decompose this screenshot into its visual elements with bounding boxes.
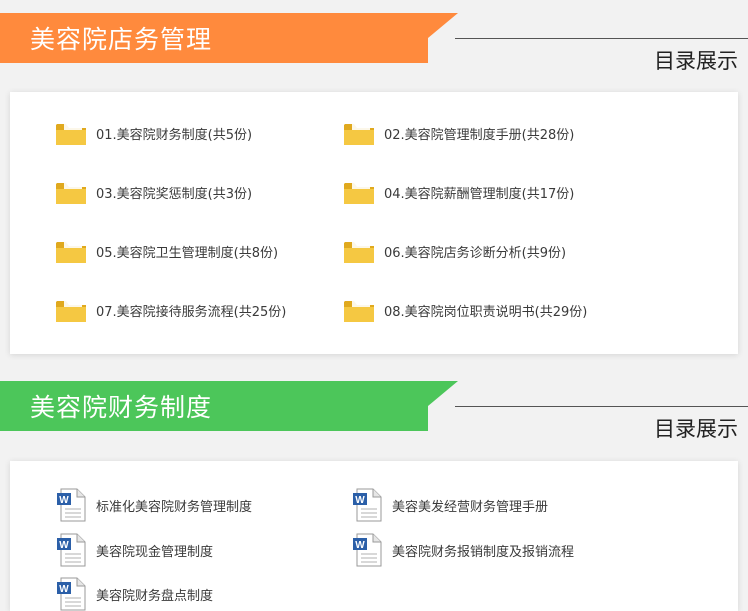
catalog-panel-store-management: 01.美容院财务制度(共5份) 02.美容院管理制度手册(共28份) 03.美容… (10, 92, 738, 354)
list-item[interactable]: W 美容院财务报销制度及报销流程 (352, 533, 575, 567)
folder-icon (56, 122, 86, 145)
item-label: 06.美容院店务诊断分析(共9份) (384, 245, 567, 261)
list-item[interactable]: 01.美容院财务制度(共5份) (54, 118, 252, 148)
item-label: 02.美容院管理制度手册(共28份) (384, 127, 575, 143)
svg-text:W: W (59, 584, 69, 595)
item-label: 美容院财务盘点制度 (96, 588, 214, 604)
list-item[interactable]: W 标准化美容院财务管理制度 (56, 488, 253, 522)
list-item[interactable]: 05.美容院卫生管理制度(共8份) (54, 236, 278, 266)
banner-tail-decoration (428, 381, 458, 431)
item-label: 美容院财务报销制度及报销流程 (392, 544, 575, 560)
header-rule (455, 406, 748, 407)
catalog-label: 目录展示 (654, 417, 738, 441)
list-item[interactable]: 08.美容院岗位职责说明书(共29份) (342, 295, 587, 325)
folder-icon (344, 240, 374, 263)
folder-icon (56, 181, 86, 204)
catalog-panel-finance-policy: W 标准化美容院财务管理制度 W 美容美发经营财务管理手册 W 美容院现金管理制… (10, 461, 738, 611)
list-item[interactable]: 03.美容院奖惩制度(共3份) (54, 177, 252, 207)
svg-text:W: W (355, 495, 365, 506)
item-label: 04.美容院薪酬管理制度(共17份) (384, 186, 575, 202)
word-document-icon: W (57, 533, 86, 567)
item-label: 美容院现金管理制度 (96, 544, 214, 560)
list-item[interactable]: 07.美容院接待服务流程(共25份) (54, 295, 286, 325)
list-item[interactable]: W 美容院财务盘点制度 (56, 577, 214, 611)
section-title: 美容院财务制度 (30, 393, 213, 422)
item-label: 03.美容院奖惩制度(共3份) (96, 186, 253, 202)
section-title-banner: 美容院财务制度 (0, 381, 428, 431)
folder-icon (344, 181, 374, 204)
folder-icon (344, 299, 374, 322)
list-item[interactable]: 04.美容院薪酬管理制度(共17份) (342, 177, 574, 207)
svg-text:W: W (355, 540, 365, 551)
word-document-icon: W (57, 488, 86, 522)
folder-icon (56, 299, 86, 322)
svg-text:W: W (59, 495, 69, 506)
word-document-icon: W (353, 488, 382, 522)
item-label: 标准化美容院财务管理制度 (96, 499, 253, 515)
item-label: 美容美发经营财务管理手册 (392, 499, 549, 515)
list-item[interactable]: 06.美容院店务诊断分析(共9份) (342, 236, 566, 266)
list-item[interactable]: W 美容美发经营财务管理手册 (352, 488, 549, 522)
word-document-icon: W (353, 533, 382, 567)
section-header-finance-policy: 美容院财务制度 目录展示 (0, 381, 748, 441)
list-item[interactable]: W 美容院现金管理制度 (56, 533, 214, 567)
section-title-banner: 美容院店务管理 (0, 13, 428, 63)
catalog-label: 目录展示 (654, 49, 738, 73)
svg-text:W: W (59, 540, 69, 551)
folder-icon (56, 240, 86, 263)
item-label: 05.美容院卫生管理制度(共8份) (96, 245, 279, 261)
list-item[interactable]: 02.美容院管理制度手册(共28份) (342, 118, 574, 148)
item-label: 01.美容院财务制度(共5份) (96, 127, 253, 143)
word-document-icon: W (57, 577, 86, 611)
banner-tail-decoration (428, 13, 458, 63)
folder-icon (344, 122, 374, 145)
item-label: 07.美容院接待服务流程(共25份) (96, 304, 287, 320)
item-label: 08.美容院岗位职责说明书(共29份) (384, 304, 588, 320)
section-title: 美容院店务管理 (30, 25, 213, 54)
section-header-store-management: 美容院店务管理 目录展示 (0, 13, 748, 73)
header-rule (455, 38, 748, 39)
